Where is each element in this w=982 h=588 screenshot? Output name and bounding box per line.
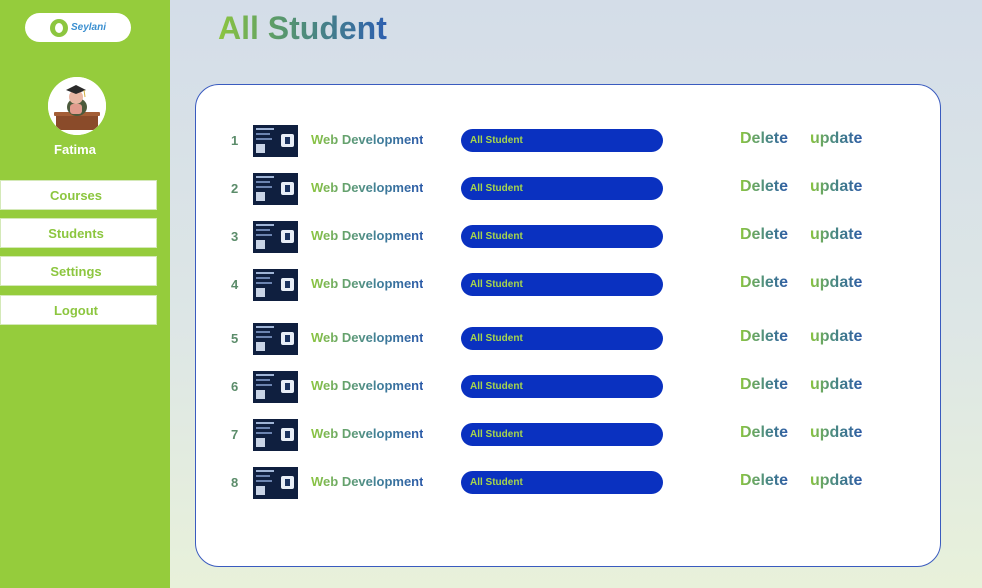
row-number: 1: [231, 133, 239, 148]
delete-button[interactable]: Delete: [740, 376, 788, 394]
course-name: Web Development: [311, 426, 424, 441]
course-thumbnail: [253, 371, 298, 403]
delete-button[interactable]: Delete: [740, 226, 788, 244]
nav-logout[interactable]: Logout: [0, 295, 157, 325]
course-thumbnail: [253, 323, 298, 355]
update-button[interactable]: update: [810, 376, 862, 394]
nav-courses-label: Courses: [49, 187, 103, 203]
delete-button[interactable]: Delete: [740, 472, 788, 490]
list-item: 4 Web Development All Student Delete upd…: [196, 268, 942, 302]
course-name: Web Development: [311, 132, 424, 147]
list-item: 3 Web Development All Student Delete upd…: [196, 220, 942, 254]
nav-logout-label: Logout: [53, 302, 99, 318]
logo-icon: [49, 18, 68, 37]
course-name: Web Development: [311, 276, 424, 291]
course-thumbnail: [253, 221, 298, 253]
nav-courses[interactable]: Courses: [0, 180, 157, 210]
page-title: All Student: [218, 10, 387, 46]
row-number: 7: [231, 427, 239, 442]
course-name: Web Development: [311, 228, 424, 243]
course-thumbnail: [253, 419, 298, 451]
user-name: Fatima: [54, 142, 96, 157]
update-button[interactable]: update: [810, 226, 862, 244]
delete-button[interactable]: Delete: [740, 328, 788, 346]
course-thumbnail: [253, 125, 298, 157]
update-button[interactable]: update: [810, 424, 862, 442]
nav-settings[interactable]: Settings: [0, 256, 157, 286]
all-student-pill[interactable]: All Student: [461, 273, 663, 296]
list-item: 1 Web Development All Student Delete upd…: [196, 124, 942, 158]
list-item: 2 Web Development All Student Delete upd…: [196, 172, 942, 206]
course-thumbnail: [253, 467, 298, 499]
sidebar: Seylani Fatima Courses Students Settings…: [0, 0, 170, 588]
nav-students[interactable]: Students: [0, 218, 157, 248]
update-button[interactable]: update: [810, 130, 862, 148]
all-student-pill[interactable]: All Student: [461, 327, 663, 350]
all-student-pill[interactable]: All Student: [461, 129, 663, 152]
nav-students-label: Students: [48, 225, 104, 241]
delete-button[interactable]: Delete: [740, 274, 788, 292]
all-student-pill[interactable]: All Student: [461, 177, 663, 200]
delete-button[interactable]: Delete: [740, 178, 788, 196]
all-student-pill[interactable]: All Student: [461, 375, 663, 398]
logo-text: Seylani: [70, 22, 107, 33]
update-button[interactable]: update: [810, 178, 862, 196]
avatar: [48, 77, 106, 135]
row-number: 5: [231, 331, 239, 346]
list-item: 7 Web Development All Student Delete upd…: [196, 418, 942, 452]
row-number: 4: [231, 277, 239, 292]
row-number: 2: [231, 181, 239, 196]
list-item: 6 Web Development All Student Delete upd…: [196, 370, 942, 404]
all-student-pill[interactable]: All Student: [461, 225, 663, 248]
course-name: Web Development: [311, 378, 424, 393]
delete-button[interactable]: Delete: [740, 130, 788, 148]
update-button[interactable]: update: [810, 472, 862, 490]
row-number: 6: [231, 379, 239, 394]
course-name: Web Development: [311, 474, 424, 489]
update-button[interactable]: update: [810, 274, 862, 292]
update-button[interactable]: update: [810, 328, 862, 346]
nav-settings-label: Settings: [50, 263, 102, 279]
course-thumbnail: [253, 173, 298, 205]
graduate-avatar-icon: [48, 77, 106, 135]
list-item: 5 Web Development All Student Delete upd…: [196, 322, 942, 356]
list-item: 8 Web Development All Student Delete upd…: [196, 466, 942, 500]
all-student-pill[interactable]: All Student: [461, 423, 663, 446]
course-thumbnail: [253, 269, 298, 301]
delete-button[interactable]: Delete: [740, 424, 788, 442]
row-number: 8: [231, 475, 239, 490]
row-number: 3: [231, 229, 239, 244]
course-name: Web Development: [311, 330, 424, 345]
student-list-panel: 1 Web Development All Student Delete upd…: [195, 84, 941, 567]
course-name: Web Development: [311, 180, 424, 195]
all-student-pill[interactable]: All Student: [461, 471, 663, 494]
logo[interactable]: Seylani: [25, 13, 131, 42]
